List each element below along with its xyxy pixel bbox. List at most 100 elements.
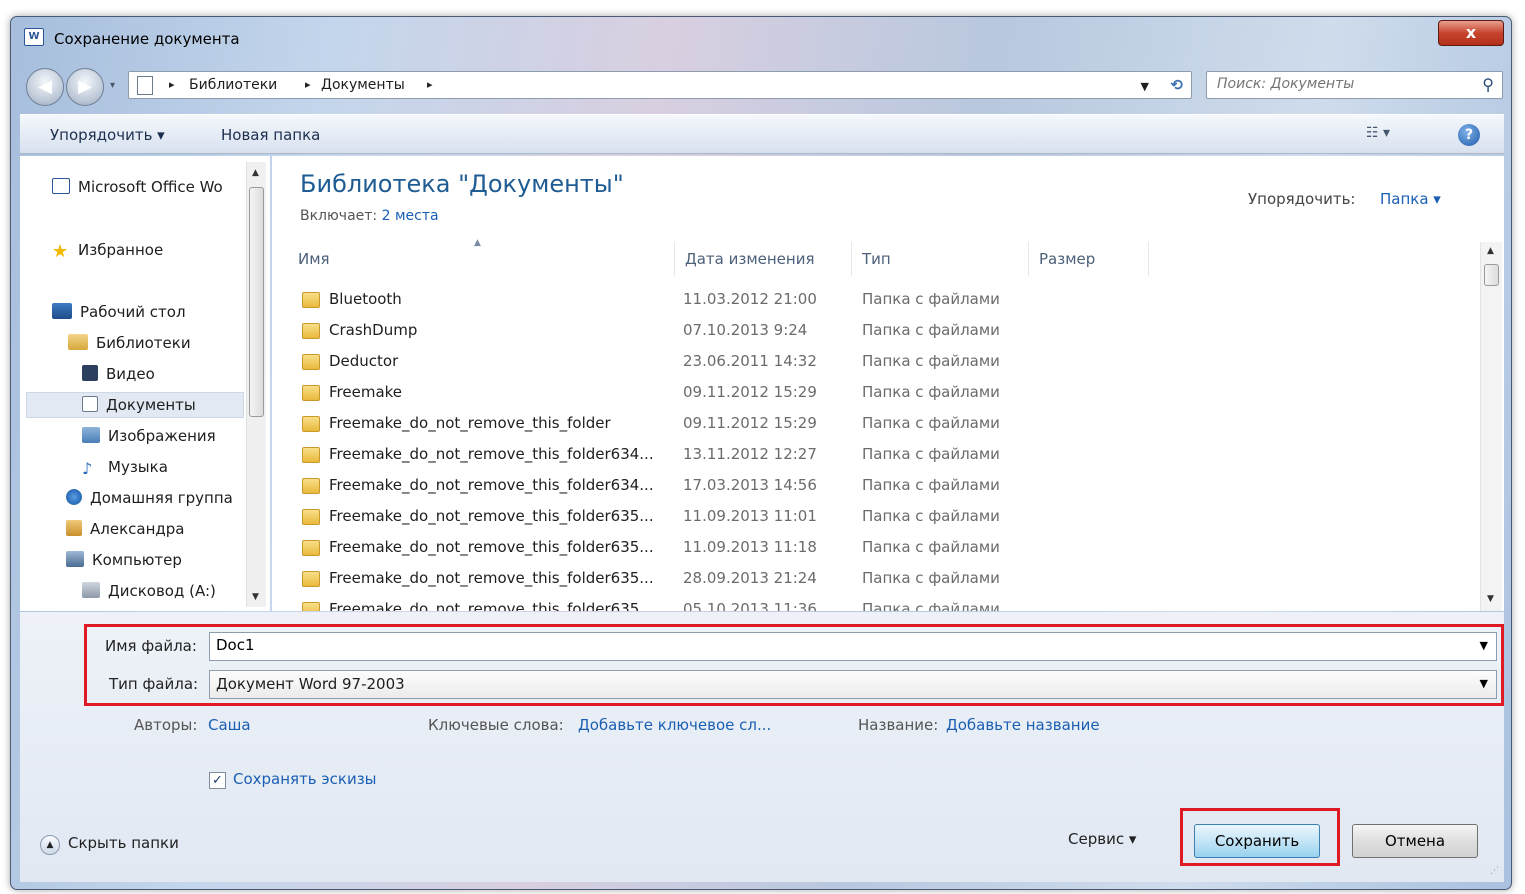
forward-button[interactable]: ▶ [66, 68, 104, 106]
tools-dropdown[interactable]: Сервис ▾ [1068, 830, 1136, 848]
close-button[interactable]: x [1438, 20, 1504, 46]
filename-label: Имя файла: [105, 637, 197, 655]
filetype-dropdown-icon[interactable]: ▼ [1480, 677, 1488, 690]
filename-input[interactable] [216, 636, 1416, 654]
breadcrumb-documents[interactable]: Документы [321, 77, 405, 93]
search-box[interactable]: ⚲ [1206, 71, 1503, 99]
breadcrumb-libraries[interactable]: Библиотеки [189, 77, 277, 93]
scroll-down-icon[interactable]: ▼ [252, 592, 259, 602]
help-icon[interactable]: ? [1458, 124, 1480, 146]
title-label: Название: [858, 716, 939, 734]
file-list-scrollbar[interactable]: ▲ ▼ [1480, 242, 1502, 611]
table-row[interactable]: Bluetooth 11.03.2012 21:00 Папка с файлами [272, 285, 1472, 316]
recent-locations-dropdown[interactable]: ▾ [110, 80, 115, 91]
nav-scrollbar[interactable]: ▲ ▼ [246, 162, 266, 607]
arrange-by-label: Упорядочить: [1248, 190, 1356, 208]
table-row[interactable]: Freemake_do_not_remove_this_folder635...… [272, 502, 1472, 533]
column-size[interactable]: Размер [1029, 242, 1149, 276]
address-dropdown-icon[interactable]: ▼ [1141, 80, 1149, 93]
file-type: Папка с файлами [862, 321, 1000, 339]
window-title: Сохранение документа [54, 30, 240, 48]
save-button[interactable]: Сохранить [1194, 824, 1320, 858]
nav-item-word[interactable]: Microsoft Office Wo [52, 178, 223, 196]
nav-item-music[interactable]: ♪ Музыка [82, 458, 168, 478]
documents-icon [82, 396, 98, 412]
nav-item-label: Рабочий стол [80, 303, 186, 321]
title-value[interactable]: Добавьте название [946, 716, 1100, 734]
folder-icon [302, 447, 320, 463]
file-name: Deductor [329, 352, 399, 370]
folder-icon [302, 354, 320, 370]
organize-button[interactable]: Упорядочить ▾ [50, 126, 165, 144]
includes-label: Включает: [300, 208, 378, 224]
nav-item-user[interactable]: Александра [66, 520, 184, 538]
column-date[interactable]: Дата изменения [675, 242, 852, 276]
keywords-value[interactable]: Добавьте ключевое сл... [578, 716, 771, 734]
file-date: 11.09.2013 11:18 [683, 538, 817, 556]
breadcrumb-separator[interactable]: ▸ [427, 78, 433, 91]
nav-item-label: Музыка [108, 458, 168, 476]
file-name: Freemake_do_not_remove_this_folder635... [329, 538, 654, 556]
folder-icon [302, 509, 320, 525]
filename-dropdown-icon[interactable]: ▼ [1480, 639, 1488, 652]
table-row[interactable]: Freemake_do_not_remove_this_folder634...… [272, 440, 1472, 471]
table-row[interactable]: Freemake_do_not_remove_this_folder634...… [272, 471, 1472, 502]
table-row[interactable]: Freemake_do_not_remove_this_folder 09.11.… [272, 409, 1472, 440]
file-date: 11.03.2012 21:00 [683, 290, 817, 308]
scroll-up-icon[interactable]: ▲ [1487, 246, 1494, 256]
libraries-icon [68, 334, 88, 350]
table-row[interactable]: Freemake 09.11.2012 15:29 Папка с файлами [272, 378, 1472, 409]
search-input[interactable] [1217, 76, 1467, 92]
save-thumbnail-label[interactable]: Сохранять эскизы [233, 770, 377, 788]
nav-item-computer[interactable]: Компьютер [66, 551, 182, 569]
scrollbar-thumb[interactable] [249, 187, 264, 417]
search-icon[interactable]: ⚲ [1482, 75, 1494, 94]
table-row[interactable]: CrashDump 07.10.2013 9:24 Папка с файлами [272, 316, 1472, 347]
authors-value[interactable]: Саша [208, 716, 251, 734]
breadcrumb-separator[interactable]: ▸ [305, 78, 311, 91]
nav-item-floppy[interactable]: Дисковод (A:) [82, 582, 216, 600]
nav-item-libraries[interactable]: Библиотеки [68, 334, 191, 352]
column-type[interactable]: Тип [852, 242, 1029, 276]
includes-link[interactable]: 2 места [382, 208, 439, 224]
nav-item-pictures[interactable]: Изображения [82, 427, 216, 445]
address-bar[interactable]: ▸ Библиотеки ▸ Документы ▸ ▼ ⟲ [128, 71, 1192, 99]
nav-item-label: Компьютер [92, 551, 182, 569]
file-type: Папка с файлами [862, 352, 1000, 370]
folder-icon [302, 602, 320, 611]
hide-folders-button[interactable]: ▲ Скрыть папки [40, 834, 179, 855]
cancel-button[interactable]: Отмена [1352, 824, 1478, 858]
arrange-by-dropdown[interactable]: Папка ▾ [1380, 190, 1441, 208]
column-name[interactable]: Имя [288, 242, 675, 276]
table-row[interactable]: Freemake_do_not_remove_this_folder635 05.… [272, 595, 1472, 611]
folder-icon [302, 292, 320, 308]
file-name: Freemake_do_not_remove_this_folder635... [329, 507, 654, 525]
user-icon [66, 520, 82, 536]
nav-item-homegroup[interactable]: Домашняя группа [66, 489, 233, 507]
refresh-icon[interactable]: ⟲ [1170, 76, 1183, 94]
filename-field[interactable]: ▼ [209, 632, 1497, 661]
scroll-up-icon[interactable]: ▲ [252, 168, 259, 178]
breadcrumb-separator[interactable]: ▸ [169, 78, 175, 91]
back-button[interactable]: ◀ [26, 68, 64, 106]
save-thumbnail-checkbox[interactable]: ✓ [209, 772, 226, 789]
folder-icon [302, 416, 320, 432]
resize-grip-icon[interactable]: ⋰ [1490, 866, 1499, 876]
new-folder-button[interactable]: Новая папка [221, 126, 320, 144]
nav-item-desktop[interactable]: Рабочий стол [52, 303, 186, 321]
keywords-label: Ключевые слова: [428, 716, 564, 734]
scroll-down-icon[interactable]: ▼ [1487, 594, 1494, 604]
filetype-select[interactable]: Документ Word 97-2003 ▼ [209, 670, 1497, 699]
table-row[interactable]: Freemake_do_not_remove_this_folder635...… [272, 533, 1472, 564]
nav-item-favorites[interactable]: ★ Избранное [52, 241, 163, 262]
nav-item-video[interactable]: Видео [82, 365, 155, 383]
file-type: Папка с файлами [862, 414, 1000, 432]
table-row[interactable]: Deductor 23.06.2011 14:32 Папка с файлами [272, 347, 1472, 378]
table-row[interactable]: Freemake_do_not_remove_this_folder635...… [272, 564, 1472, 595]
view-options-icon[interactable]: ☷ ▾ [1366, 125, 1390, 141]
file-date: 17.03.2013 14:56 [683, 476, 817, 494]
scrollbar-thumb[interactable] [1484, 264, 1499, 286]
nav-item-documents[interactable]: Документы [82, 396, 196, 414]
chevron-up-icon: ▲ [40, 835, 60, 855]
authors-label: Авторы: [134, 716, 198, 734]
